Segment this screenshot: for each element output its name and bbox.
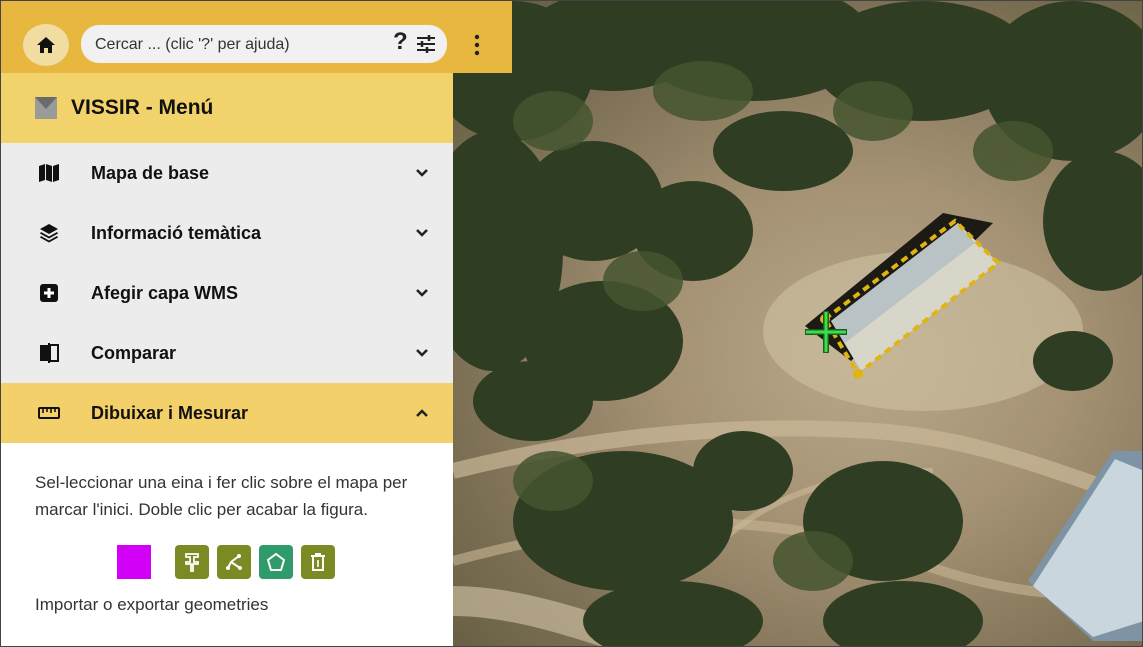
draw-measure-panel: Sel-leccionar una eina i fer clic sobre … (1, 443, 453, 615)
menu-item-label: Comparar (91, 342, 177, 363)
more-options-icon[interactable] (467, 29, 487, 61)
search-box: ? (81, 25, 447, 63)
line-tool-icon (226, 554, 242, 570)
point-tool-button[interactable] (175, 545, 209, 579)
menu-item-draw-measure[interactable]: Dibuixar i Mesurar (1, 383, 453, 443)
polygon-tool-button[interactable] (259, 545, 293, 579)
satellite-imagery (453, 1, 1142, 646)
filter-settings-icon[interactable] (415, 33, 437, 55)
layers-icon (40, 224, 58, 243)
delete-tool-button[interactable] (301, 545, 335, 579)
delete-tool-icon (311, 553, 325, 571)
add-layer-icon (40, 284, 58, 302)
side-menu: VISSIR - Menú Mapa de base Informació te… (1, 73, 453, 646)
map-icon (39, 164, 59, 182)
draw-instructions: Sel-leccionar una eina i fer clic sobre … (35, 473, 408, 519)
menu-item-label: Dibuixar i Mesurar (91, 402, 249, 423)
line-tool-button[interactable] (217, 545, 251, 579)
menu-header: VISSIR - Menú (1, 73, 453, 143)
chevron-down-icon (416, 349, 428, 357)
compare-icon (40, 343, 59, 363)
menu-title: VISSIR - Menú (71, 96, 214, 119)
search-input[interactable] (93, 31, 387, 59)
point-tool-icon (185, 553, 199, 572)
menu-item-compare[interactable]: Comparar (1, 323, 453, 383)
color-picker-swatch[interactable] (117, 545, 151, 579)
top-toolbar: ? (1, 1, 512, 73)
import-export-link[interactable]: Importar o exportar geometries (35, 595, 425, 615)
home-icon (37, 37, 55, 53)
chevron-down-icon (416, 169, 428, 177)
menu-item-label: Afegir capa WMS (91, 282, 239, 303)
chevron-up-icon (416, 409, 428, 417)
ruler-icon (38, 407, 60, 419)
chevron-down-icon (416, 229, 428, 237)
home-button[interactable] (23, 24, 69, 66)
help-button[interactable]: ? (393, 28, 408, 56)
menu-item-add-wms[interactable]: Afegir capa WMS (1, 263, 453, 323)
draw-toolbar (117, 545, 425, 579)
menu-item-thematic-info[interactable]: Informació temàtica (1, 203, 453, 263)
app-window: ? VISSIR - Menú (0, 0, 1143, 647)
vissir-logo-icon (35, 97, 57, 119)
menu-item-label: Informació temàtica (91, 222, 262, 243)
menu-item-label: Mapa de base (91, 162, 210, 183)
chevron-down-icon (416, 289, 428, 297)
menu-item-base-map[interactable]: Mapa de base (1, 143, 453, 203)
map-view[interactable] (453, 1, 1142, 646)
polygon-tool-icon (266, 552, 286, 571)
